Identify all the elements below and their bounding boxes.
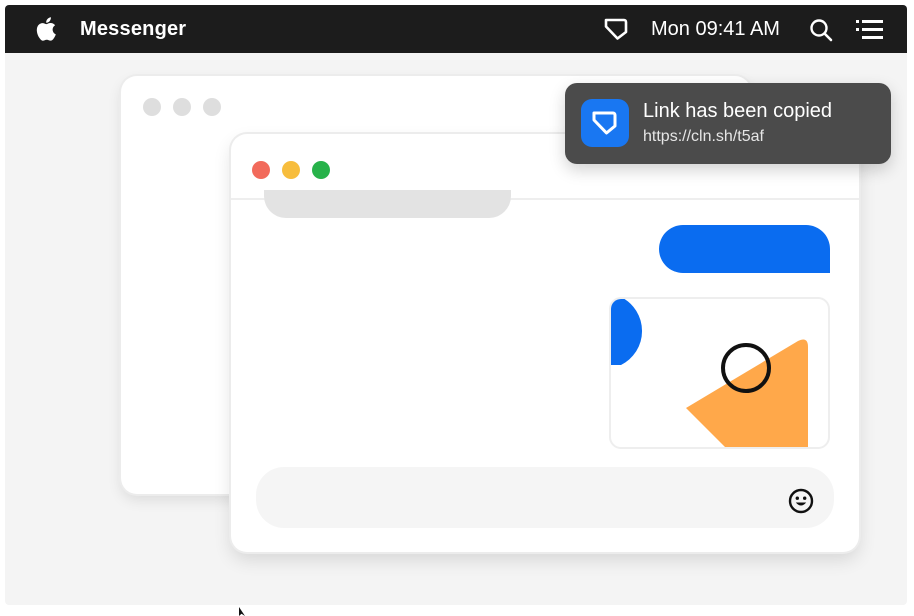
mouse-cursor-icon xyxy=(239,607,245,616)
notification-url[interactable]: https://cln.sh/t5af xyxy=(643,128,764,146)
image-message[interactable] xyxy=(609,297,830,449)
cleanshot-app-icon xyxy=(581,99,629,147)
app-name[interactable]: Messenger xyxy=(80,18,186,41)
notification-title: Link has been copied xyxy=(643,100,833,122)
search-icon[interactable] xyxy=(809,18,833,42)
chat-window[interactable] xyxy=(231,134,859,552)
back-window-close-button[interactable] xyxy=(143,98,161,116)
cleanshot-icon[interactable] xyxy=(603,17,629,41)
close-button[interactable] xyxy=(252,161,270,179)
outgoing-message-bubble[interactable] xyxy=(659,225,830,273)
emoji-icon[interactable] xyxy=(788,488,814,514)
copied-notification[interactable]: Link has been copied https://cln.sh/t5af xyxy=(565,83,891,164)
minimize-button[interactable] xyxy=(282,161,300,179)
incoming-message-bubble[interactable] xyxy=(264,190,511,218)
image-illustration xyxy=(611,299,808,447)
apple-logo-icon[interactable] xyxy=(33,16,57,42)
back-window-maximize-button[interactable] xyxy=(203,98,221,116)
back-window-minimize-button[interactable] xyxy=(173,98,191,116)
maximize-button[interactable] xyxy=(312,161,330,179)
cleanshot-icon xyxy=(592,111,617,135)
menu-bar: Messenger Mon 09:41 AM xyxy=(5,5,907,53)
menu-bar-clock[interactable]: Mon 09:41 AM xyxy=(651,18,780,41)
list-menu-icon[interactable] xyxy=(856,19,883,40)
message-composer[interactable] xyxy=(256,467,834,528)
desktop: Messenger Mon 09:41 AM Link has been cop… xyxy=(5,5,907,605)
